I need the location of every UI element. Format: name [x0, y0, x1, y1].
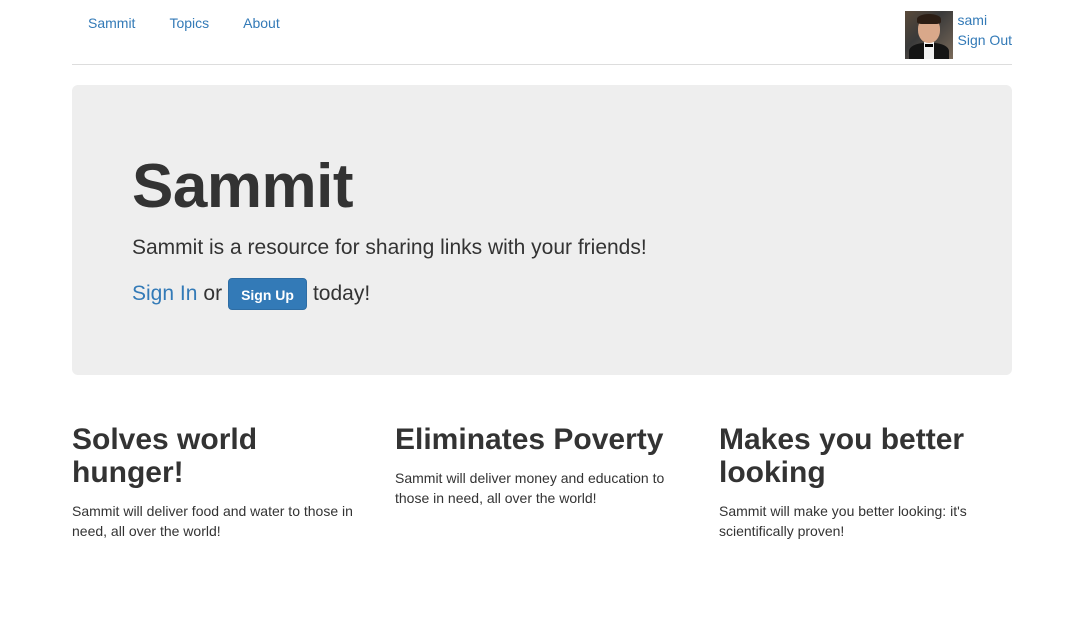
nav-link-about[interactable]: About — [243, 14, 280, 32]
jumbotron-cta: Sign In or Sign Up today! — [132, 278, 370, 310]
feature-title: Eliminates Poverty — [395, 423, 664, 456]
avatar[interactable] — [904, 11, 953, 59]
feature-body: Sammit will deliver food and water to th… — [72, 503, 353, 539]
feature-body: Sammit will make you better looking: it'… — [719, 503, 967, 539]
user-text: sami Sign Out — [958, 11, 1012, 50]
today-text: today! — [312, 282, 371, 305]
jumbotron: Sammit Sammit is a resource for sharing … — [72, 85, 1012, 375]
nav-links: Sammit Topics About — [88, 14, 314, 32]
page-title: Sammit — [132, 152, 353, 221]
feature-body: Sammit will deliver money and education … — [395, 470, 665, 506]
nav-link-home[interactable]: Sammit — [88, 14, 135, 32]
feature-looks: Makes you better looking Sammit will mak… — [719, 423, 1012, 541]
username-link[interactable]: sami — [958, 10, 1012, 30]
sign-up-button[interactable]: Sign Up — [228, 278, 307, 310]
sign-out-link[interactable]: Sign Out — [958, 30, 1012, 50]
sign-in-link[interactable]: Sign In — [132, 278, 197, 310]
feature-hunger: Solves world hunger! Sammit will deliver… — [72, 423, 372, 541]
jumbotron-lead: Sammit is a resource for sharing links w… — [132, 236, 647, 259]
feature-title: Solves world hunger! — [72, 423, 258, 489]
user-menu: sami Sign Out — [904, 11, 1012, 59]
page-container: Sammit Topics About sami Sign Out Sammit… — [72, 0, 1012, 539]
feature-poverty: Eliminates Poverty Sammit will deliver m… — [395, 423, 695, 508]
navbar: Sammit Topics About sami Sign Out — [72, 0, 1012, 65]
or-text: or — [203, 282, 223, 305]
feature-title: Makes you better looking — [719, 423, 965, 489]
nav-link-topics[interactable]: Topics — [169, 14, 209, 32]
